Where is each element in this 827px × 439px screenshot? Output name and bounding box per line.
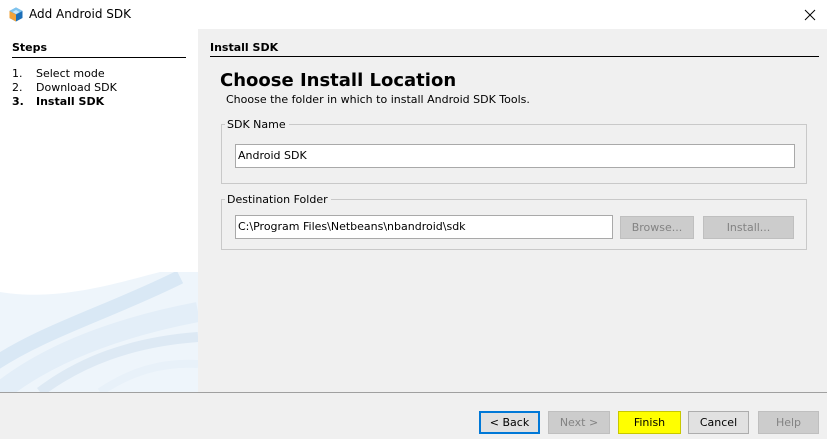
back-button[interactable]: < Back (479, 411, 540, 434)
netbeans-cube-icon (9, 7, 23, 22)
sdk-name-legend: SDK Name (227, 118, 286, 131)
close-button[interactable] (793, 0, 827, 29)
step-label: Install SDK (36, 95, 105, 108)
steps-header: Steps (12, 41, 186, 58)
destination-folder-legend: Destination Folder (227, 193, 328, 206)
help-button[interactable]: Help (758, 411, 819, 434)
step-item: 2. Download SDK (12, 81, 117, 95)
wizard-button-bar: < Back Next > Finish Cancel Help (0, 392, 827, 439)
step-number: 2. (12, 81, 23, 94)
step-number: 3. (12, 95, 24, 108)
step-number: 1. (12, 67, 23, 80)
section-header: Install SDK (210, 41, 819, 57)
decorative-swoosh-graphic (0, 272, 198, 392)
cancel-button[interactable]: Cancel (688, 411, 749, 434)
step-item: 1. Select mode (12, 67, 117, 81)
title-bar: Add Android SDK (0, 0, 827, 29)
content-panel: Install SDK Choose Install Location Choo… (198, 29, 827, 392)
steps-panel: Steps 1. Select mode 2. Download SDK 3. Ins… (0, 29, 198, 392)
window-title: Add Android SDK (29, 7, 131, 21)
finish-button[interactable]: Finish (618, 411, 681, 434)
destination-folder-input[interactable]: C:\Program Files\Netbeans\nbandroid\sdk (235, 215, 613, 239)
sdk-name-input[interactable]: Android SDK (235, 144, 795, 168)
close-icon (804, 9, 816, 20)
page-title: Choose Install Location (220, 70, 457, 91)
step-item-current: 3. Install SDK (12, 95, 117, 109)
step-label: Download SDK (36, 81, 117, 94)
install-button[interactable]: Install... (703, 216, 794, 239)
step-label: Select mode (36, 67, 105, 80)
next-button[interactable]: Next > (548, 411, 610, 434)
steps-list: 1. Select mode 2. Download SDK 3. Install S… (12, 67, 117, 109)
browse-button[interactable]: Browse... (620, 216, 694, 239)
add-android-sdk-dialog: Add Android SDK Steps 1. Select mode 2. Do… (0, 0, 827, 439)
page-subtitle: Choose the folder in which to install An… (226, 93, 530, 106)
